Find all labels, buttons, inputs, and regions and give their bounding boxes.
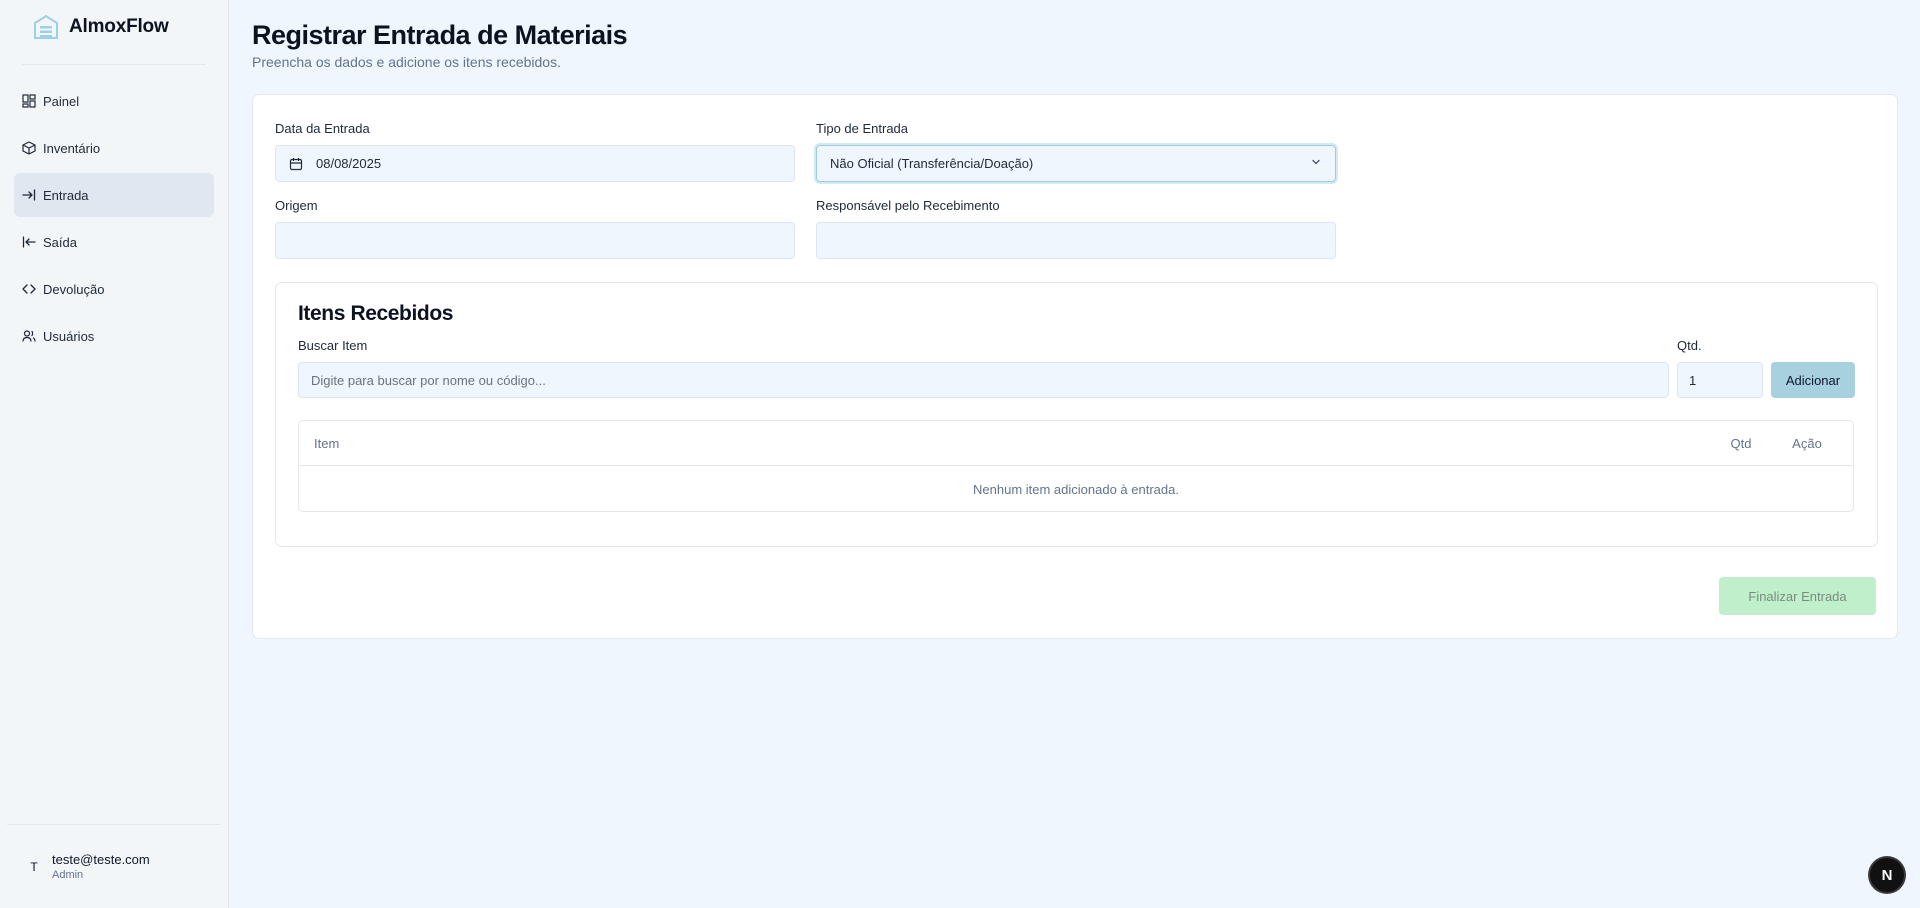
sidebar-item-entrada[interactable]: Entrada — [14, 173, 214, 217]
sidebar-item-label: Entrada — [43, 187, 89, 203]
column-header-acao: Ação — [1792, 435, 1822, 451]
date-label: Data da Entrada — [275, 121, 370, 136]
brand-name: AlmoxFlow — [69, 16, 169, 37]
user-profile[interactable]: T teste@teste.com Admin — [7, 824, 221, 908]
page-title: Registrar Entrada de Materiais — [252, 20, 628, 50]
items-section: Itens Recebidos Buscar Item Digite para … — [275, 282, 1878, 547]
item-search-input[interactable]: Digite para buscar por nome ou código... — [298, 362, 1669, 398]
package-icon — [22, 141, 36, 155]
entry-type-value: Não Oficial (Transferência/Doação) — [830, 156, 1034, 171]
item-search-row: Buscar Item Digite para buscar por nome … — [298, 338, 1855, 398]
entry-form: Data da Entrada 08/08/2025 Tipo de Entra… — [275, 121, 1875, 259]
finish-entry-button[interactable]: Finalizar Entrada — [1719, 577, 1876, 615]
arrow-in-icon — [22, 188, 36, 202]
entry-type-select[interactable]: Não Oficial (Transferência/Doação) — [816, 145, 1336, 182]
warehouse-icon — [31, 12, 61, 42]
sidebar-item-painel[interactable]: Painel — [14, 79, 214, 123]
chevron-down-icon — [1310, 156, 1322, 171]
quantity-input[interactable]: 1 — [1677, 362, 1763, 398]
sidebar-item-label: Devolução — [43, 281, 105, 297]
items-title: Itens Recebidos — [298, 302, 454, 325]
items-table: Item Qtd Ação Nenhum item adicionado à e… — [298, 420, 1854, 512]
date-value: 08/08/2025 — [316, 156, 382, 171]
entry-form-card: Data da Entrada 08/08/2025 Tipo de Entra… — [252, 94, 1898, 639]
main-content: Registrar Entrada de Materiais Preencha … — [229, 0, 1920, 908]
user-role: Admin — [52, 869, 84, 881]
users-icon — [22, 329, 36, 343]
sidebar-item-label: Inventário — [43, 140, 101, 156]
arrow-out-icon — [22, 235, 36, 249]
sidebar: AlmoxFlow Painel Inventário Entrada Saíd… — [0, 0, 229, 908]
calendar-icon — [289, 157, 303, 171]
sidebar-item-devolucao[interactable]: Devolução — [14, 267, 214, 311]
dashboard-icon — [22, 94, 36, 108]
origin-field[interactable] — [275, 222, 795, 259]
column-header-item: Item — [314, 435, 340, 451]
avatar: T — [30, 859, 38, 874]
column-header-qtd: Qtd — [1730, 435, 1752, 451]
add-item-button[interactable]: Adicionar — [1771, 362, 1855, 398]
code-arrows-icon — [22, 282, 36, 296]
user-email: teste@teste.com — [52, 852, 150, 867]
date-field[interactable]: 08/08/2025 — [275, 145, 795, 182]
type-label: Tipo de Entrada — [816, 121, 909, 136]
sidebar-item-saida[interactable]: Saída — [14, 220, 214, 264]
table-empty-message: Nenhum item adicionado à entrada. — [973, 481, 1179, 497]
qty-label: Qtd. — [1677, 338, 1702, 353]
responsible-field[interactable] — [816, 222, 1336, 259]
nextjs-badge[interactable]: N — [1870, 858, 1904, 892]
origin-label: Origem — [275, 198, 318, 213]
sidebar-item-inventario[interactable]: Inventário — [14, 126, 214, 170]
responsible-label: Responsável pelo Recebimento — [816, 198, 1000, 213]
page-subtitle: Preencha os dados e adicione os itens re… — [252, 54, 561, 70]
search-label: Buscar Item — [298, 338, 368, 353]
brand: AlmoxFlow — [0, 0, 228, 54]
sidebar-item-label: Usuários — [43, 328, 95, 344]
sidebar-item-label: Saída — [43, 234, 77, 250]
sidebar-item-label: Painel — [43, 93, 80, 109]
sidebar-nav: Painel Inventário Entrada Saída Devoluçã… — [0, 65, 228, 358]
sidebar-item-usuarios[interactable]: Usuários — [14, 314, 214, 358]
table-header: Item Qtd Ação — [299, 421, 1853, 466]
